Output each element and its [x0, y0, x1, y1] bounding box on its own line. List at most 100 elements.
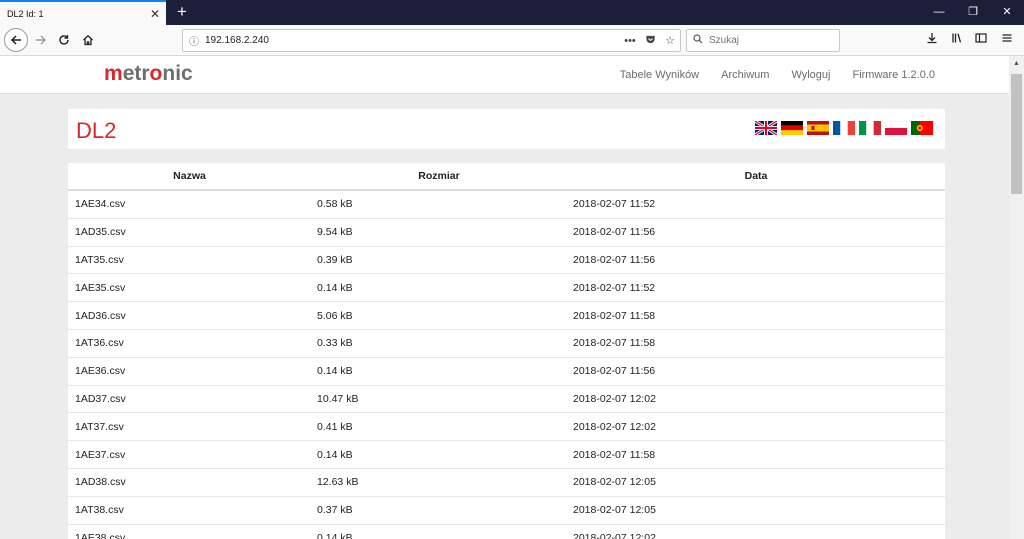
file-size: 0.14 kB — [317, 531, 353, 539]
table-row: 1AE36.csv 0.14 kB 2018-02-07 11:56 — [68, 358, 945, 386]
file-name-link[interactable]: 1AT35.csv — [68, 254, 311, 266]
tab-title: DL2 Id: 1 — [7, 8, 44, 19]
table-row: 1AE34.csv 0.58 kB 2018-02-07 11:52 — [68, 191, 945, 219]
info-icon[interactable]: ⓘ — [183, 33, 205, 48]
file-date: 2018-02-07 11:58 — [573, 448, 656, 461]
site-header: metronic Tabele Wyników Archiwum Wyloguj… — [0, 56, 1009, 94]
file-date: 2018-02-07 11:56 — [573, 226, 656, 239]
home-button[interactable] — [77, 29, 99, 51]
file-date: 2018-02-07 12:02 — [573, 531, 656, 539]
table-row: 1AD38.csv 12.63 kB 2018-02-07 12:05 — [68, 469, 945, 497]
file-size: 12.63 kB — [317, 476, 359, 489]
file-name-link[interactable]: 1AE35.csv — [68, 282, 311, 294]
sidebar-icon — [975, 33, 987, 43]
flag-gb-icon[interactable] — [755, 121, 777, 135]
nav-firmware[interactable]: Firmware 1.2.0.0 — [852, 69, 935, 81]
file-name-link[interactable]: 1AD38.csv — [68, 476, 311, 488]
close-window-button[interactable]: ✕ — [990, 0, 1024, 25]
file-name-link[interactable]: 1AE34.csv — [68, 198, 311, 210]
language-flags — [755, 121, 933, 135]
search-bar[interactable] — [686, 29, 840, 52]
file-name-link[interactable]: 1AE36.csv — [68, 365, 311, 377]
file-name-link[interactable]: 1AE37.csv — [68, 449, 311, 461]
column-header-name[interactable]: Nazwa — [68, 163, 311, 189]
file-date: 2018-02-07 11:56 — [573, 365, 656, 378]
library-button[interactable] — [947, 30, 967, 50]
flag-es-icon[interactable] — [807, 121, 829, 135]
url-bar[interactable]: ⓘ 192.168.2.240 ••• ☆ — [182, 29, 681, 52]
file-name-link[interactable]: 1AD37.csv — [68, 393, 311, 405]
browser-tab-bar: DL2 Id: 1 ✕ + — ❐ ✕ — [0, 0, 1024, 25]
url-text[interactable]: 192.168.2.240 — [205, 35, 620, 46]
browser-toolbar: ⓘ 192.168.2.240 ••• ☆ — [0, 25, 1024, 56]
file-size: 5.06 kB — [317, 309, 353, 322]
arrow-left-icon — [10, 35, 21, 45]
file-date: 2018-02-07 12:05 — [573, 504, 656, 517]
file-name-link[interactable]: 1AT38.csv — [68, 504, 311, 516]
file-size: 9.54 kB — [317, 226, 353, 239]
star-icon[interactable]: ☆ — [660, 34, 680, 47]
downloads-button[interactable] — [922, 30, 942, 50]
file-size: 0.41 kB — [317, 420, 353, 433]
file-date: 2018-02-07 11:52 — [573, 281, 656, 294]
table-row: 1AT37.csv 0.41 kB 2018-02-07 12:02 — [68, 413, 945, 442]
forward-button[interactable] — [30, 29, 52, 51]
sidebar-button[interactable] — [971, 30, 991, 50]
table-row: 1AD37.csv 10.47 kB 2018-02-07 12:02 — [68, 386, 945, 414]
browser-tab[interactable]: DL2 Id: 1 ✕ — [0, 0, 166, 25]
column-header-size[interactable]: Rozmiar — [311, 163, 567, 189]
table-header: Nazwa Rozmiar Data — [68, 163, 945, 191]
metronic-logo[interactable]: metronic — [104, 62, 193, 86]
file-date: 2018-02-07 11:52 — [573, 198, 656, 211]
search-input[interactable] — [709, 35, 835, 46]
table-row: 1AE38.csv 0.14 kB 2018-02-07 12:02 — [68, 525, 945, 539]
file-name-link[interactable]: 1AT36.csv — [68, 337, 311, 349]
file-name-link[interactable]: 1AD36.csv — [68, 310, 311, 322]
file-name-link[interactable]: 1AD35.csv — [68, 226, 311, 238]
flag-de-icon[interactable] — [781, 121, 803, 135]
file-size: 10.47 kB — [317, 392, 359, 405]
file-size: 0.14 kB — [317, 365, 353, 378]
file-date: 2018-02-07 11:58 — [573, 337, 656, 350]
page-content: metronic Tabele Wyników Archiwum Wyloguj… — [0, 56, 1009, 539]
flag-fr-icon[interactable] — [833, 121, 855, 135]
scrollbar-thumb[interactable] — [1011, 74, 1022, 194]
download-arrow-icon — [927, 33, 937, 44]
table-body: 1AE34.csv 0.58 kB 2018-02-07 11:52 1AD35.cs… — [68, 191, 945, 539]
table-row: 1AT36.csv 0.33 kB 2018-02-07 11:58 — [68, 330, 945, 358]
file-name-link[interactable]: 1AE38.csv — [68, 532, 311, 539]
menu-button[interactable] — [997, 30, 1017, 50]
files-table: Nazwa Rozmiar Data 1AE34.csv 0.58 kB 2018-… — [68, 163, 945, 539]
scroll-up-arrow-icon[interactable]: ▲ — [1009, 56, 1024, 71]
home-icon — [83, 34, 93, 46]
arrow-right-icon — [36, 35, 46, 45]
new-tab-button[interactable]: + — [172, 2, 192, 22]
flag-pt-icon[interactable] — [911, 121, 933, 135]
nav-archive[interactable]: Archiwum — [721, 69, 769, 81]
page-title: DL2 — [76, 118, 117, 143]
file-date: 2018-02-07 12:02 — [573, 392, 656, 405]
minimize-window-button[interactable]: — — [922, 0, 956, 25]
reload-button[interactable] — [53, 29, 75, 51]
file-date: 2018-02-07 12:02 — [573, 420, 656, 433]
library-icon — [952, 33, 962, 43]
more-dots-icon[interactable]: ••• — [620, 35, 640, 47]
nav-results-tables[interactable]: Tabele Wyników — [620, 69, 699, 81]
pocket-icon[interactable] — [640, 34, 660, 48]
flag-pl-icon[interactable] — [885, 121, 907, 135]
back-button[interactable] — [4, 28, 28, 52]
flag-it-icon[interactable] — [859, 121, 881, 135]
table-row: 1AE37.csv 0.14 kB 2018-02-07 11:58 — [68, 441, 945, 469]
table-row: 1AT38.csv 0.37 kB 2018-02-07 12:05 — [68, 497, 945, 525]
hamburger-icon — [1002, 34, 1012, 42]
file-date: 2018-02-07 11:56 — [573, 253, 656, 266]
column-header-date[interactable]: Data — [567, 163, 945, 189]
nav-logout[interactable]: Wyloguj — [791, 69, 830, 81]
tab-close-icon[interactable]: ✕ — [147, 7, 163, 21]
file-size: 0.58 kB — [317, 198, 353, 211]
restore-window-button[interactable]: ❐ — [956, 0, 990, 25]
page-scrollbar[interactable]: ▲ — [1009, 56, 1024, 539]
file-name-link[interactable]: 1AT37.csv — [68, 421, 311, 433]
reload-icon — [59, 35, 69, 45]
file-size: 0.37 kB — [317, 504, 353, 517]
